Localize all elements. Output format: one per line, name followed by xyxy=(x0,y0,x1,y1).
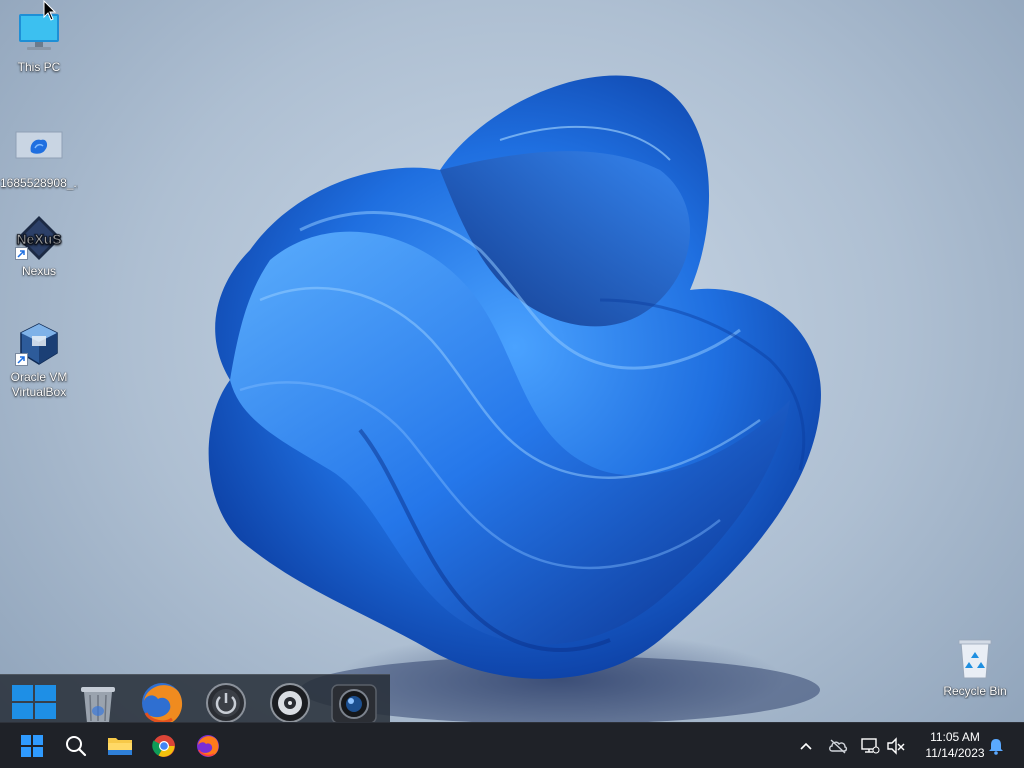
windows-logo-icon xyxy=(12,685,56,719)
camera-icon xyxy=(331,684,377,722)
wallpaper-bloom xyxy=(208,75,821,722)
desktop-icon-this-pc[interactable]: This PC xyxy=(0,12,78,75)
mouse-cursor-icon xyxy=(43,0,57,21)
search-icon xyxy=(66,736,87,757)
image-file-icon xyxy=(15,128,63,172)
desktop-icon-nexus[interactable]: NeXuS Nexus xyxy=(0,216,78,279)
dock xyxy=(0,674,390,722)
tray-notification-button[interactable] xyxy=(986,736,1006,756)
taskbar-firefox-button[interactable] xyxy=(191,729,225,763)
windows-logo-icon xyxy=(21,735,43,757)
dock-power[interactable] xyxy=(200,681,252,722)
taskbar: 11:05 AM 11/14/2023 xyxy=(0,722,1024,768)
folder-icon xyxy=(108,738,132,755)
dock-audio[interactable] xyxy=(264,681,316,722)
nexus-logo-text: NeXuS xyxy=(16,231,61,247)
firefox-icon xyxy=(142,683,183,722)
tray-onedrive-button[interactable] xyxy=(828,736,848,756)
taskbar-search-button[interactable] xyxy=(59,729,93,763)
trash-can-icon xyxy=(81,687,115,722)
virtualbox-icon xyxy=(15,322,63,366)
desktop-icon-label: Oracle VM VirtualBox xyxy=(10,370,68,399)
speaker-muted-icon xyxy=(887,737,905,755)
desktop-icon-virtualbox[interactable]: Oracle VM VirtualBox xyxy=(0,322,78,400)
speaker-icon xyxy=(270,683,310,722)
desktop-icon-label: Recycle Bin xyxy=(943,684,1007,698)
taskbar-file-explorer-button[interactable] xyxy=(103,729,137,763)
dock-firefox[interactable] xyxy=(136,681,188,722)
taskbar-start-button[interactable] xyxy=(15,729,49,763)
dock-camera[interactable] xyxy=(328,681,380,722)
desktop-icon-label: 1685528908_... xyxy=(0,176,78,190)
cloud-off-icon xyxy=(829,739,848,754)
taskbar-chrome-button[interactable] xyxy=(147,729,181,763)
chrome-icon xyxy=(152,735,175,757)
shortcut-arrow-icon xyxy=(15,353,28,366)
notification-bell-icon xyxy=(989,739,1003,755)
dock-trash[interactable] xyxy=(72,681,124,722)
desktop-icon-recycle-bin[interactable]: Recycle Bin xyxy=(936,636,1014,699)
desktop-icon-label: Nexus xyxy=(21,264,56,278)
network-icon xyxy=(861,738,880,754)
tray-network-button[interactable] xyxy=(860,736,880,756)
firefox-icon xyxy=(197,735,219,757)
tray-volume-button[interactable] xyxy=(886,736,906,756)
nexus-icon: NeXuS xyxy=(15,216,63,260)
shortcut-arrow-icon xyxy=(15,247,28,260)
chevron-up-icon xyxy=(800,742,812,750)
dock-start[interactable] xyxy=(8,681,60,722)
tray-chevron-button[interactable] xyxy=(796,736,816,756)
desktop[interactable]: This PC 1685528908_... NeXuS Nexus Oracl… xyxy=(0,0,1024,722)
desktop-icon-image-file[interactable]: 1685528908_... xyxy=(0,128,78,191)
desktop-icon-label: This PC xyxy=(17,60,61,74)
recycle-bin-icon xyxy=(951,636,999,680)
power-icon xyxy=(206,683,246,722)
